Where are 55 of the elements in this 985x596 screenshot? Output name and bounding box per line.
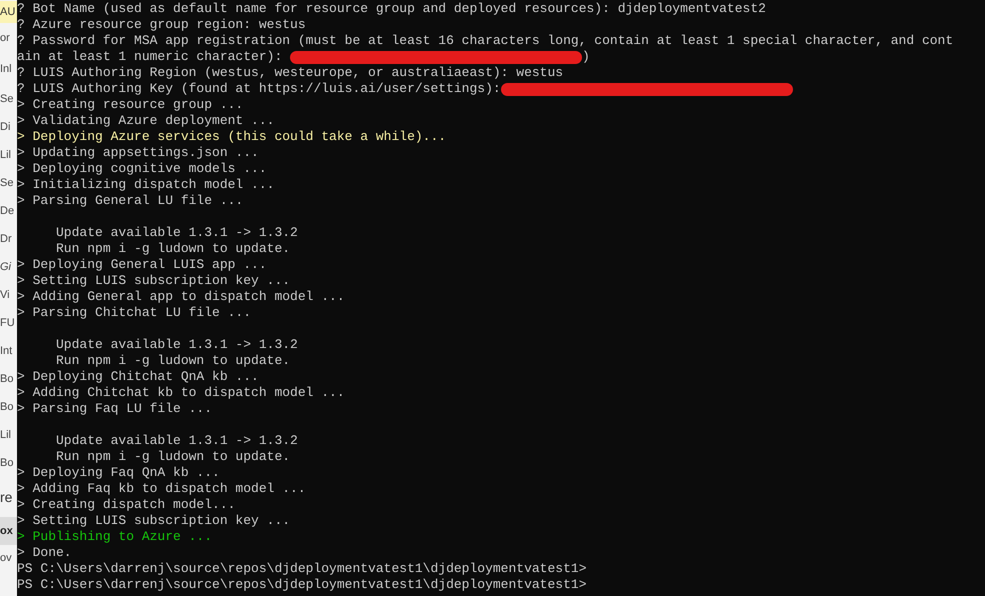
window-text-fragment: Di bbox=[0, 120, 12, 135]
terminal-line: > Setting LUIS subscription key ... bbox=[17, 273, 290, 289]
terminal-line: PS C:\Users\darrenj\source\repos\djdeploymentvatest1\djdeploymentvatest1> bbox=[17, 561, 586, 577]
terminal-line: Update available 1.3.1 -> 1.3.2 bbox=[55, 225, 298, 241]
window-text-fragment: ox bbox=[0, 517, 17, 545]
terminal-line: > Adding Chitchat kb to dispatch model ... bbox=[17, 385, 345, 401]
terminal-line: Run npm i -g ludown to update. bbox=[55, 241, 290, 257]
terminal-line: > Parsing Faq LU file ... bbox=[17, 401, 212, 417]
window-text-fragment: Bo bbox=[0, 400, 14, 415]
terminal-line: Run npm i -g ludown to update. bbox=[55, 449, 290, 465]
window-text-fragment: ov bbox=[0, 551, 13, 566]
terminal-line: > Done. bbox=[17, 545, 72, 561]
window-text-fragment: re bbox=[0, 488, 14, 507]
window-text-fragment: or bbox=[0, 31, 11, 46]
terminal-line: Update available 1.3.1 -> 1.3.2 bbox=[55, 337, 298, 353]
window-text-fragment: Inl bbox=[0, 62, 13, 77]
terminal-line: > Parsing Chitchat LU file ... bbox=[17, 305, 252, 321]
terminal-line: Run npm i -g ludown to update. bbox=[55, 353, 290, 369]
terminal-line: > Deploying Chitchat QnA kb ... bbox=[17, 369, 259, 385]
terminal-line: > Creating dispatch model... bbox=[17, 497, 236, 513]
terminal-line: > Creating resource group ... bbox=[17, 97, 244, 113]
terminal-line: > Validating Azure deployment ... bbox=[17, 113, 274, 129]
window-text-fragment: De bbox=[0, 204, 16, 219]
window-text-fragment: Lil bbox=[0, 148, 12, 163]
window-text-fragment: Vi bbox=[0, 288, 11, 303]
window-text-fragment: Se bbox=[0, 92, 14, 107]
terminal-line: > Publishing to Azure ... bbox=[17, 529, 212, 545]
terminal-line: > Parsing General LU file ... bbox=[17, 193, 244, 209]
terminal-line: ? LUIS Authoring Region (westus, westeurope, or australiaeast): westus bbox=[17, 65, 564, 81]
terminal-line: > Initializing dispatch model ... bbox=[17, 177, 274, 193]
window-text-fragment: FU bbox=[0, 316, 16, 331]
terminal-line: > Deploying General LUIS app ... bbox=[17, 257, 267, 273]
window-text-fragment: Dr bbox=[0, 232, 13, 247]
window-text-fragment: Bo bbox=[0, 456, 14, 471]
terminal-line: > Adding Faq kb to dispatch model ... bbox=[17, 481, 306, 497]
window-text-fragment: Gi bbox=[0, 260, 12, 275]
terminal-text: ) bbox=[582, 49, 590, 65]
terminal-line: > Deploying cognitive models ... bbox=[17, 161, 267, 177]
terminal-line: ? Password for MSA app registration (must be at least 16 characters long, contain at least 1 special character, and cont bbox=[17, 33, 954, 49]
terminal-line: ? LUIS Authoring Key (found at https://luis.ai/user/settings): bbox=[17, 81, 501, 97]
terminal-line: PS C:\Users\darrenj\source\repos\djdeploymentvatest1\djdeploymentvatest1> bbox=[17, 577, 586, 593]
window-text-fragment: Lil bbox=[0, 428, 12, 443]
terminal-line: Update available 1.3.1 -> 1.3.2 bbox=[55, 433, 298, 449]
terminal-line: > Deploying Azure services (this could take a while)... bbox=[17, 129, 446, 145]
window-text-fragment: Se bbox=[0, 176, 14, 191]
window-text-fragment: AU bbox=[0, 1, 17, 23]
terminal-line: > Adding General app to dispatch model ... bbox=[17, 289, 345, 305]
terminal-line: ? Bot Name (used as default name for resource group and deployed resources): djdeploymentvatest2 bbox=[17, 1, 766, 17]
terminal-line: > Updating appsettings.json ... bbox=[17, 145, 259, 161]
terminal-line: > Deploying Faq QnA kb ... bbox=[17, 465, 220, 481]
terminal-line: > Setting LUIS subscription key ... bbox=[17, 513, 290, 529]
terminal-line: ? Azure resource group region: westus bbox=[17, 17, 306, 33]
window-text-fragment: Bo bbox=[0, 372, 14, 387]
terminal-line: ain at least 1 numeric character): bbox=[17, 49, 284, 65]
window-text-fragment: Int bbox=[0, 344, 14, 359]
